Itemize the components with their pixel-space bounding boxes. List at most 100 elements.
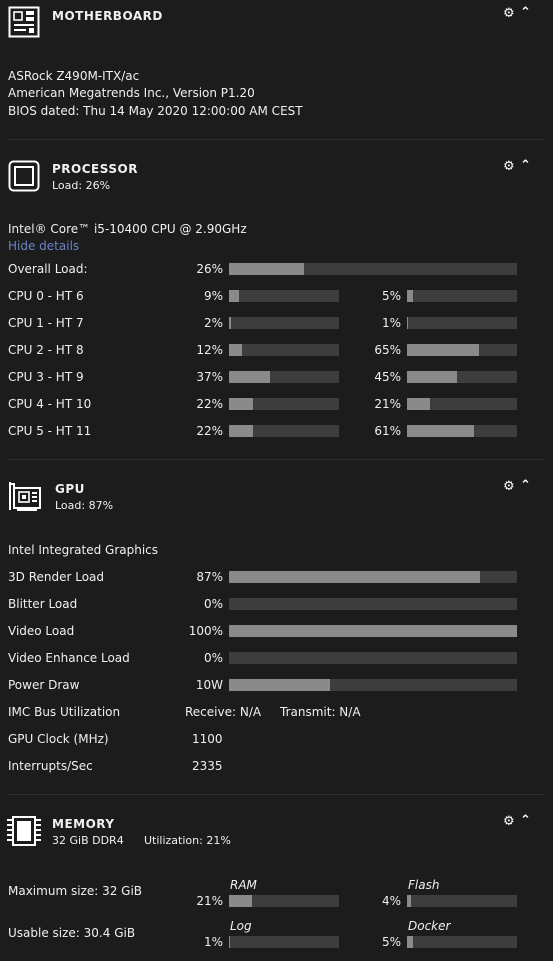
motherboard-settings-gear-icon[interactable]: ⚙: [503, 6, 515, 21]
cpu-core-pct: 9%: [203, 289, 223, 303]
gpu-metric-bar: [229, 571, 517, 583]
gpu-metric-bar: [229, 598, 517, 610]
memory-pool-name: Flash: [408, 878, 440, 892]
gpu-settings-gear-icon[interactable]: ⚙: [503, 479, 515, 494]
memory-pool-pct: 21%: [196, 894, 223, 908]
gpu-metric-value: 0%: [203, 651, 223, 665]
gpu-metric-bar-fill: [229, 679, 330, 691]
cpu-thread-bar: [407, 371, 517, 383]
imc-bus-label: IMC Bus Utilization: [8, 705, 121, 719]
overall-load-pct: 26%: [196, 262, 223, 276]
cpu-core-pct: 2%: [203, 316, 223, 330]
cpu-core-label: CPU 0 - HT 6: [8, 289, 84, 303]
cpu-thread-bar: [407, 317, 517, 329]
gpu-metric-label: 3D Render Load: [8, 570, 105, 584]
cpu-thread-pct: 45%: [374, 370, 401, 384]
hide-details-link[interactable]: Hide details: [8, 239, 79, 253]
processor-name: Intel® Core™ i5-10400 CPU @ 2.90GHz: [8, 222, 247, 236]
cpu-core-label: CPU 2 - HT 8: [8, 343, 84, 357]
cpu-thread-bar-fill: [407, 290, 413, 302]
gpu-clock-label: GPU Clock (MHz): [8, 732, 109, 746]
cpu-thread-bar: [407, 398, 517, 410]
memory-pool-bar: [407, 895, 517, 907]
gpu-metric-value: 0%: [203, 597, 223, 611]
memory-size: 32 GiB DDR4: [52, 834, 124, 847]
processor-settings-gear-icon[interactable]: ⚙: [503, 159, 515, 174]
section-divider: [8, 139, 545, 140]
memory-pool-bar: [229, 936, 339, 948]
cpu-core-bar-fill: [229, 371, 270, 383]
cpu-core-label: CPU 5 - HT 11: [8, 424, 92, 438]
cpu-core-bar: [229, 425, 339, 437]
overall-load-label: Overall Load:: [8, 262, 88, 276]
gpu-metric-value: 10W: [195, 678, 223, 692]
gpu-metric-value: 87%: [196, 570, 223, 584]
memory-icon: [7, 816, 41, 846]
cpu-core-bar-fill: [229, 290, 239, 302]
memory-pool-bar: [407, 936, 517, 948]
cpu-core-bar-fill: [229, 398, 254, 410]
section-divider: [8, 794, 545, 795]
cpu-thread-bar-fill: [407, 317, 409, 329]
memory-pool-pct: 5%: [381, 935, 401, 949]
memory-pool-bar-fill: [229, 895, 253, 907]
cpu-core-label: CPU 1 - HT 7: [8, 316, 84, 330]
cpu-thread-pct: 65%: [374, 343, 401, 357]
memory-pool-name: Log: [230, 919, 252, 933]
memory-pool-name: Docker: [408, 919, 451, 933]
gpu-metric-bar: [229, 652, 517, 664]
memory-max-size: Maximum size: 32 GiB: [8, 884, 143, 898]
gpu-name: Intel Integrated Graphics: [8, 543, 159, 557]
gpu-metric-label: Blitter Load: [8, 597, 78, 611]
cpu-thread-pct: 5%: [381, 289, 401, 303]
cpu-core-pct: 37%: [196, 370, 223, 384]
section-divider: [8, 459, 545, 460]
motherboard-icon: [8, 6, 40, 38]
imc-transmit: Transmit: N/A: [280, 705, 361, 719]
cpu-core-bar-fill: [229, 344, 243, 356]
motherboard-collapse-chevron-up-icon[interactable]: ⌃: [520, 5, 531, 20]
cpu-core-bar: [229, 317, 339, 329]
memory-pool-bar-fill: [407, 936, 413, 948]
cpu-thread-bar-fill: [407, 398, 431, 410]
bios-vendor: American Megatrends Inc., Version P1.20: [8, 86, 255, 100]
gpu-metric-value: 100%: [188, 624, 223, 638]
motherboard-model: ASRock Z490M-ITX/ac: [8, 69, 140, 83]
processor-title: PROCESSOR: [52, 162, 138, 176]
cpu-core-bar: [229, 371, 339, 383]
gpu-metric-label: Video Enhance Load: [8, 651, 130, 665]
gpu-title: GPU: [55, 482, 85, 496]
processor-load: Load: 26%: [52, 179, 111, 192]
cpu-core-bar-fill: [229, 425, 254, 437]
cpu-thread-pct: 21%: [374, 397, 401, 411]
overall-load-bar: [229, 263, 517, 275]
motherboard-title: MOTHERBOARD: [52, 9, 163, 23]
cpu-core-bar: [229, 290, 339, 302]
memory-pool-bar: [229, 895, 339, 907]
memory-pool-pct: 1%: [203, 935, 223, 949]
memory-pool-pct: 4%: [381, 894, 401, 908]
memory-title: MEMORY: [52, 817, 115, 831]
gpu-icon: [9, 482, 41, 511]
processor-collapse-chevron-up-icon[interactable]: ⌃: [520, 158, 531, 173]
gpu-metric-bar: [229, 625, 517, 637]
cpu-core-bar: [229, 398, 339, 410]
cpu-core-pct: 12%: [196, 343, 223, 357]
cpu-core-bar: [229, 344, 339, 356]
imc-receive: Receive: N/A: [185, 705, 262, 719]
memory-utilization: Utilization: 21%: [144, 834, 231, 847]
memory-collapse-chevron-up-icon[interactable]: ⌃: [520, 813, 531, 828]
gpu-clock-value: 1100: [192, 732, 223, 746]
memory-settings-gear-icon[interactable]: ⚙: [503, 814, 515, 829]
overall-load-bar-fill: [229, 263, 304, 275]
memory-pool-bar-fill: [407, 895, 412, 907]
memory-pool-bar-fill: [229, 936, 231, 948]
cpu-thread-bar: [407, 344, 517, 356]
cpu-thread-bar-fill: [407, 344, 479, 356]
gpu-metric-bar: [229, 679, 517, 691]
cpu-thread-bar-fill: [407, 425, 475, 437]
gpu-metric-bar-fill: [229, 571, 480, 583]
cpu-core-bar-fill: [229, 317, 232, 329]
gpu-collapse-chevron-up-icon[interactable]: ⌃: [520, 478, 531, 493]
memory-usable-size: Usable size: 30.4 GiB: [8, 926, 136, 940]
